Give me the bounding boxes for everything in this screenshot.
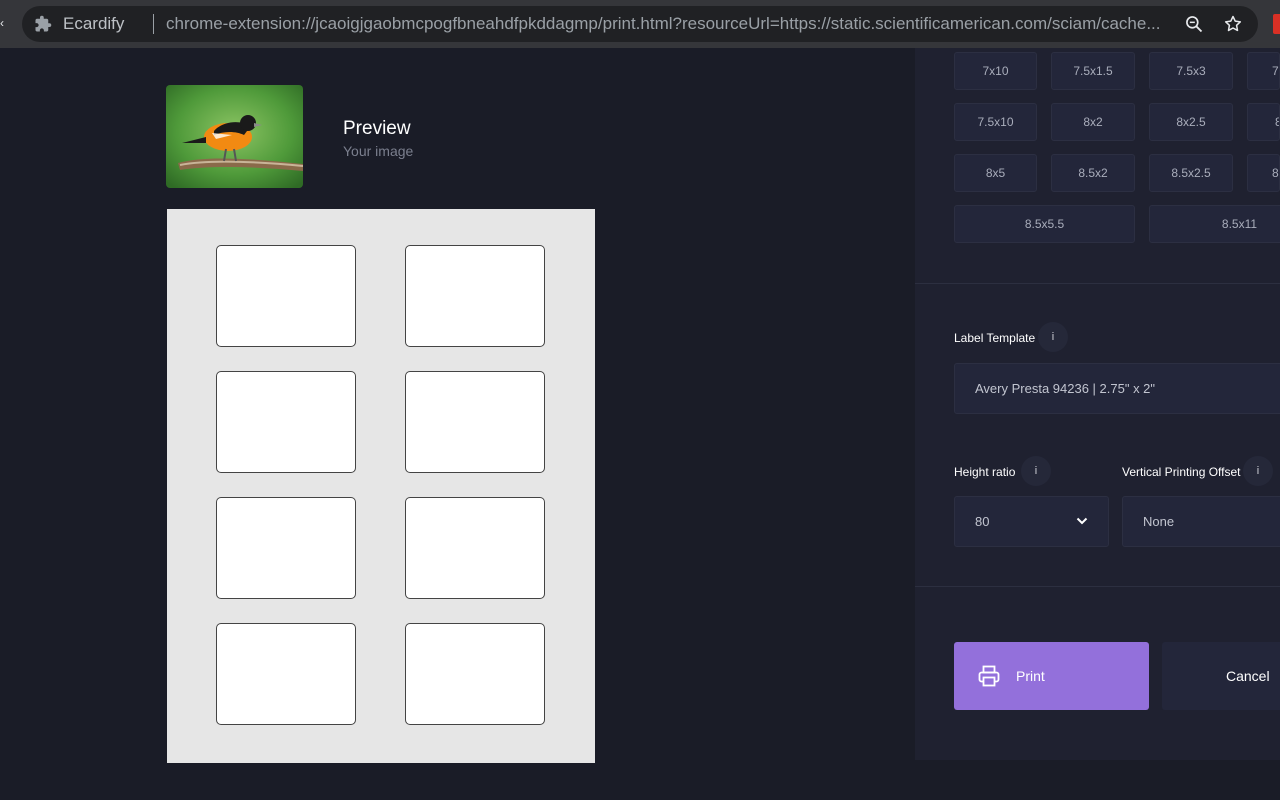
- panel-divider: [915, 283, 1280, 284]
- size-option[interactable]: 7.5x3: [1149, 52, 1233, 90]
- preview-title: Preview: [343, 118, 411, 139]
- chevron-down-icon: [1076, 517, 1088, 525]
- size-option[interactable]: 8.5x11: [1149, 205, 1280, 243]
- extension-name: Ecardify: [63, 14, 125, 33]
- extension-toolbar-icon[interactable]: [1273, 14, 1280, 34]
- cancel-label: Cancel: [1226, 668, 1270, 684]
- url-text[interactable]: chrome-extension://jcaoigjgaobmcpogfbnea…: [166, 15, 1176, 33]
- back-arrow-icon[interactable]: ‹: [0, 17, 4, 29]
- size-option[interactable]: 7.5x10: [954, 103, 1037, 141]
- size-option[interactable]: 7.5x1.5: [1051, 52, 1135, 90]
- info-icon[interactable]: i: [1021, 456, 1051, 486]
- label-template-select[interactable]: Avery Presta 94236 | 2.75" x 2": [954, 363, 1280, 414]
- label-cell: [405, 245, 545, 347]
- label-template-label: Label Template: [954, 331, 1036, 345]
- omnibox-separator: [153, 14, 154, 34]
- size-option[interactable]: 8x2: [1051, 103, 1135, 141]
- size-option[interactable]: 8.5x2.5: [1149, 154, 1233, 192]
- address-bar[interactable]: Ecardify chrome-extension://jcaoigjgaobm…: [22, 6, 1258, 42]
- preview-image: [166, 85, 303, 188]
- info-icon[interactable]: i: [1243, 456, 1273, 486]
- oriole-bird-image: [166, 85, 303, 188]
- label-sheet-preview: [167, 209, 595, 763]
- preview-subtitle: Your image: [343, 143, 414, 159]
- label-cell: [216, 623, 356, 725]
- size-option[interactable]: 8x2.5: [1149, 103, 1233, 141]
- height-ratio-label: Height ratio: [954, 465, 1016, 479]
- zoom-icon[interactable]: [1184, 14, 1204, 34]
- size-option[interactable]: 7.: [1247, 52, 1280, 90]
- label-cell: [405, 497, 545, 599]
- size-option[interactable]: 8.: [1247, 154, 1280, 192]
- print-button[interactable]: Print: [954, 642, 1149, 710]
- vertical-offset-label: Vertical Printing Offset: [1122, 465, 1241, 479]
- label-cell: [216, 371, 356, 473]
- size-option[interactable]: 7x10: [954, 52, 1037, 90]
- print-label: Print: [1016, 668, 1045, 684]
- height-ratio-select[interactable]: 80: [954, 496, 1109, 547]
- size-option[interactable]: 8: [1247, 103, 1280, 141]
- panel-divider: [915, 586, 1280, 587]
- label-cell: [405, 623, 545, 725]
- info-icon[interactable]: i: [1038, 322, 1068, 352]
- label-cell: [405, 371, 545, 473]
- printer-icon: [978, 665, 1000, 687]
- vertical-offset-select[interactable]: None: [1122, 496, 1280, 547]
- browser-toolbar: ‹ Ecardify chrome-extension://jcaoigjgao…: [0, 0, 1280, 48]
- bookmark-star-icon[interactable]: [1223, 14, 1243, 34]
- size-option[interactable]: 8.5x5.5: [954, 205, 1135, 243]
- puzzle-icon: [35, 15, 52, 32]
- cancel-button[interactable]: Cancel: [1162, 642, 1280, 710]
- size-option[interactable]: 8.5x2: [1051, 154, 1135, 192]
- size-option[interactable]: 8x5: [954, 154, 1037, 192]
- height-ratio-value: 80: [975, 514, 990, 529]
- label-cell: [216, 245, 356, 347]
- label-cell: [216, 497, 356, 599]
